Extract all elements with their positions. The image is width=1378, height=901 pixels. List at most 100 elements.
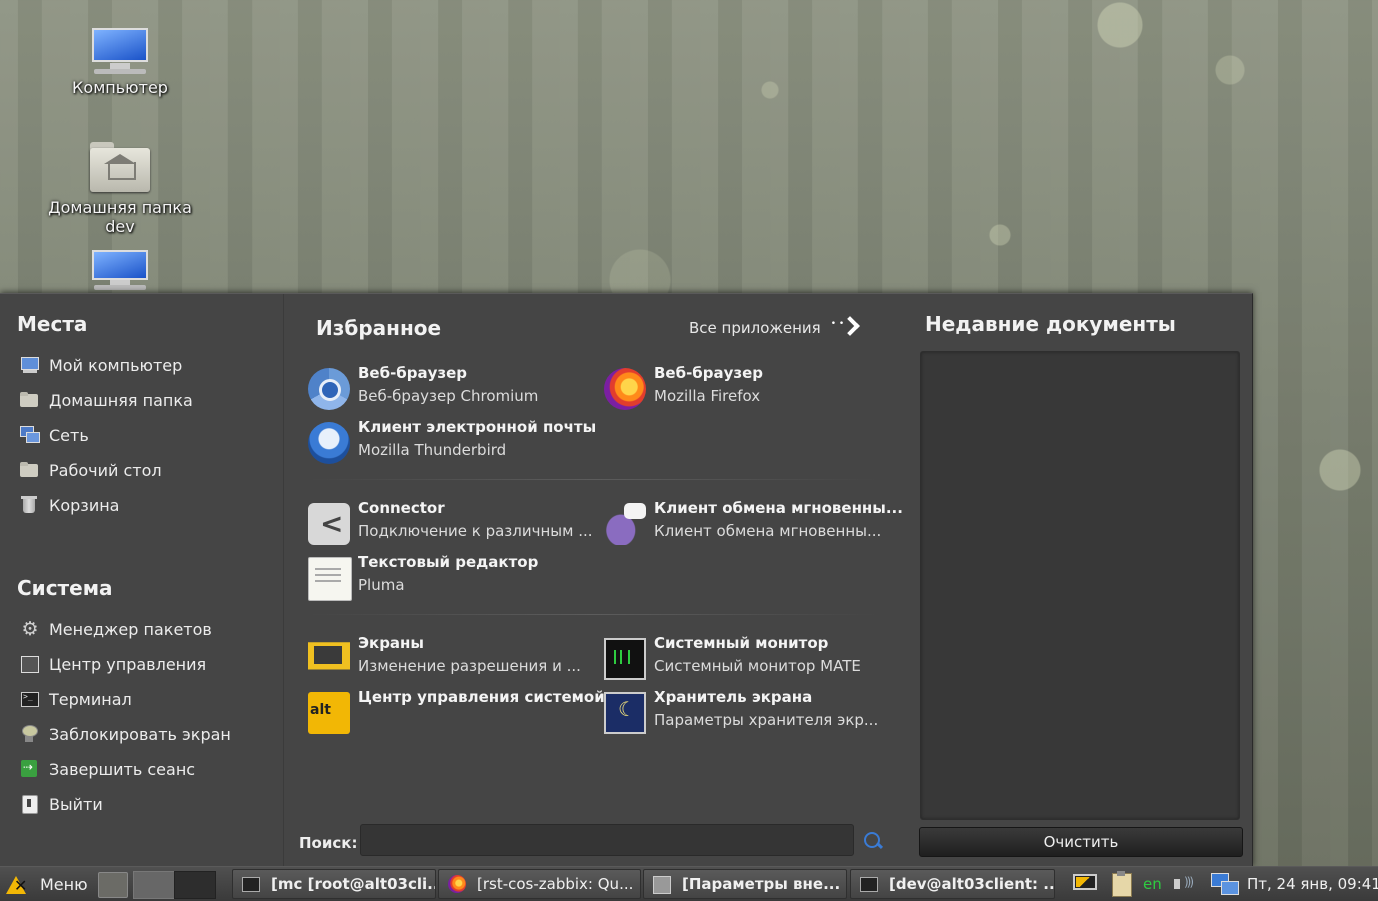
system-logout[interactable]: Завершить сеанс xyxy=(20,756,195,782)
system-label: Терминал xyxy=(49,689,132,709)
app-title: Центр управления системой xyxy=(358,688,605,706)
clipboard-icon[interactable] xyxy=(1108,871,1134,897)
logout-icon xyxy=(20,760,40,778)
taskbar-window-firefox[interactable]: [rst-cos-zabbix: Qu... xyxy=(438,869,641,899)
system-label: Завершить сеанс xyxy=(49,759,196,779)
volume-icon[interactable] xyxy=(1172,871,1202,897)
desktop-icon-computer[interactable]: Компьютер xyxy=(35,28,205,97)
system-control-center[interactable]: Центр управления xyxy=(20,651,206,677)
place-home-folder[interactable]: Домашняя папка xyxy=(20,387,193,413)
desktop-folder-icon xyxy=(20,461,40,479)
trash-icon xyxy=(20,496,40,514)
workspace-2[interactable] xyxy=(174,871,216,899)
task-label: [Параметры вне... xyxy=(682,875,841,893)
system-terminal[interactable]: Терминал xyxy=(20,686,132,712)
clear-button[interactable]: Очистить xyxy=(919,827,1243,857)
display-settings-icon[interactable] xyxy=(1071,871,1099,897)
app-subtitle: Клиент обмена мгновенны... xyxy=(654,522,882,540)
text-editor-icon xyxy=(308,557,352,601)
network-icon xyxy=(90,250,150,290)
place-desktop[interactable]: Рабочий стол xyxy=(20,457,162,483)
network-icon xyxy=(20,426,40,444)
screensaver-icon xyxy=(604,692,646,734)
favorites-title: Избранное xyxy=(316,316,442,340)
firefox-icon xyxy=(604,368,646,410)
place-label: Рабочий стол xyxy=(49,460,162,480)
taskbar: Меню [mc [root@alt03cli... [rst-cos-zabb… xyxy=(0,866,1378,901)
terminal-icon xyxy=(241,875,261,893)
lock-screen-icon xyxy=(20,725,40,743)
all-applications-label: Все приложения xyxy=(689,319,821,337)
desktop-icon-network[interactable] xyxy=(35,250,205,294)
system-label: Заблокировать экран xyxy=(49,724,231,744)
app-title: Хранитель экрана xyxy=(654,688,813,706)
workspace-1[interactable] xyxy=(133,871,175,899)
app-connector[interactable]: Connector Подключение к различным ... xyxy=(308,499,600,549)
system-label: Выйти xyxy=(49,794,103,814)
arrow-right-icon xyxy=(831,316,859,340)
place-label: Корзина xyxy=(49,495,120,515)
app-alt-control-center[interactable]: Центр управления системой xyxy=(308,688,605,738)
app-subtitle: Mozilla Firefox xyxy=(654,387,761,405)
favorites-column: Избранное Все приложения Веб-браузер Веб… xyxy=(284,294,903,867)
place-label: Сеть xyxy=(49,425,89,445)
pidgin-icon xyxy=(604,503,646,545)
app-pidgin[interactable]: Клиент обмена мгновенны... Клиент обмена… xyxy=(604,499,903,549)
taskbar-window-mc[interactable]: [mc [root@alt03cli... xyxy=(232,869,436,899)
connector-icon xyxy=(308,503,350,545)
place-trash[interactable]: Корзина xyxy=(20,492,119,518)
places-title: Места xyxy=(17,312,88,336)
app-subtitle: Подключение к различным ... xyxy=(358,522,593,540)
app-subtitle: Mozilla Thunderbird xyxy=(358,441,507,459)
app-title: Веб-браузер xyxy=(358,364,468,382)
desktop-icon-home-folder[interactable]: Домашняя папка dev xyxy=(35,140,205,236)
place-my-computer[interactable]: Мой компьютер xyxy=(20,352,182,378)
app-screensaver[interactable]: Хранитель экрана Параметры хранителя экр… xyxy=(604,688,896,738)
desktop-icon-label: Домашняя папка dev xyxy=(48,198,192,236)
network-icon[interactable] xyxy=(1209,871,1239,897)
system-package-manager[interactable]: ⚙ Менеджер пакетов xyxy=(20,616,211,642)
place-label: Домашняя папка xyxy=(49,390,193,410)
search-icon[interactable] xyxy=(862,830,884,852)
all-applications-button[interactable]: Все приложения xyxy=(689,316,859,340)
app-text-editor[interactable]: Текстовый редактор Pluma xyxy=(308,553,600,603)
alt-logo-icon xyxy=(4,872,32,896)
app-system-monitor[interactable]: Системный монитор Системный монитор MATE xyxy=(604,634,896,684)
computer-icon xyxy=(20,356,40,374)
app-firefox[interactable]: Веб-браузер Mozilla Firefox xyxy=(604,364,896,414)
firefox-icon xyxy=(447,875,467,893)
task-label: [mc [root@alt03cli... xyxy=(271,875,436,893)
place-network[interactable]: Сеть xyxy=(20,422,89,448)
gear-icon: ⚙ xyxy=(21,618,39,640)
system-quit[interactable]: Выйти xyxy=(20,791,103,817)
app-subtitle: Изменение разрешения и ... xyxy=(358,657,581,675)
search-input[interactable] xyxy=(360,824,854,856)
show-desktop-icon[interactable] xyxy=(98,872,128,898)
place-label: Мой компьютер xyxy=(49,355,183,375)
computer-icon xyxy=(90,28,150,74)
system-title: Система xyxy=(17,576,113,600)
keyboard-layout-indicator[interactable]: en xyxy=(1143,875,1162,893)
recent-documents-column: Недавние документы Очистить xyxy=(903,294,1252,867)
terminal-icon xyxy=(859,875,879,893)
app-title: Веб-браузер xyxy=(654,364,764,382)
alt-control-center-icon xyxy=(308,692,350,734)
app-title: Connector xyxy=(358,499,445,517)
taskbar-window-dev-terminal[interactable]: [dev@alt03client: ... xyxy=(850,869,1055,899)
task-label: [rst-cos-zabbix: Qu... xyxy=(477,875,634,893)
desktop-icon-label: Компьютер xyxy=(72,78,168,97)
app-thunderbird[interactable]: Клиент электронной почты Mozilla Thunder… xyxy=(308,418,600,468)
recent-documents-title: Недавние документы xyxy=(925,312,1176,336)
search-label: Поиск: xyxy=(299,834,358,852)
main-menu-button[interactable]: Меню xyxy=(4,869,88,899)
app-chromium[interactable]: Веб-браузер Веб-браузер Chromium xyxy=(308,364,600,414)
recent-documents-list[interactable] xyxy=(920,351,1240,820)
app-subtitle: Параметры хранителя экр... xyxy=(654,711,879,729)
app-title: Текстовый редактор xyxy=(358,553,539,571)
app-displays[interactable]: Экраны Изменение разрешения и ... xyxy=(308,634,600,684)
system-lock-screen[interactable]: Заблокировать экран xyxy=(20,721,231,747)
home-folder-icon xyxy=(90,140,150,192)
quit-icon xyxy=(20,795,40,814)
clock[interactable]: Пт, 24 янв, 09:41 xyxy=(1247,875,1378,893)
taskbar-window-appearance[interactable]: [Параметры вне... xyxy=(643,869,847,899)
